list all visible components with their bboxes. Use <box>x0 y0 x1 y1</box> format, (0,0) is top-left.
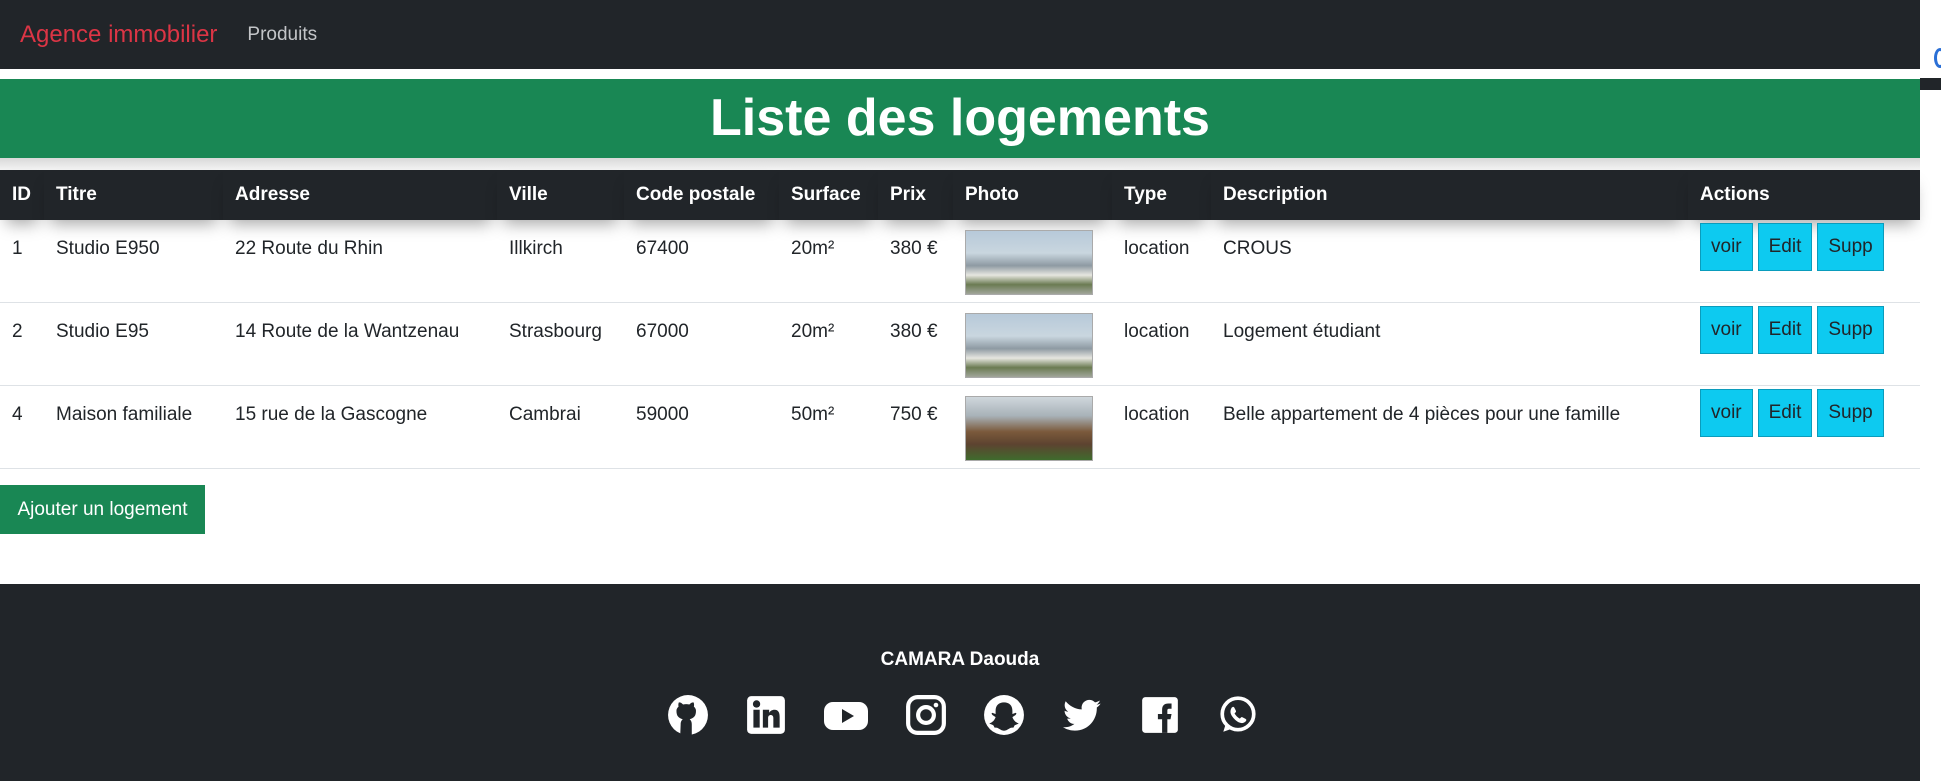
facebook-icon[interactable] <box>1139 694 1181 736</box>
header-actions: Actions <box>1688 170 1920 220</box>
header-prix: Prix <box>878 170 953 220</box>
header-titre: Titre <box>44 170 223 220</box>
cell-ville: Illkirch <box>509 238 563 259</box>
scroll-indicator-icon <box>1934 48 1941 68</box>
cell-titre: Studio E95 <box>56 321 149 342</box>
table-header-row: ID Titre Adresse Ville Code postale Surf… <box>0 170 1920 220</box>
voir-button[interactable]: voir <box>1700 389 1753 437</box>
table-row: 1 Studio E950 22 Route du Rhin Illkirch … <box>0 220 1920 303</box>
cell-id: 1 <box>12 238 23 259</box>
cell-titre: Studio E950 <box>56 238 160 259</box>
footer: CAMARA Daouda <box>0 584 1920 781</box>
linkedin-icon[interactable] <box>745 694 787 736</box>
table-row: 4 Maison familiale 15 rue de la Gascogne… <box>0 385 1920 469</box>
cell-description: Belle appartement de 4 pièces pour une f… <box>1223 404 1621 425</box>
github-icon[interactable] <box>667 694 709 736</box>
cell-prix: 750 € <box>890 404 938 425</box>
delete-button[interactable]: Supp <box>1817 223 1884 271</box>
nav-link-produits[interactable]: Produits <box>247 24 317 46</box>
cell-prix: 380 € <box>890 321 938 342</box>
youtube-icon[interactable] <box>823 694 869 736</box>
header-adresse: Adresse <box>223 170 497 220</box>
add-logement-button[interactable]: Ajouter un logement <box>0 485 205 534</box>
edit-button[interactable]: Edit <box>1757 306 1813 354</box>
cell-surface: 20m² <box>791 321 835 342</box>
cell-ville: Cambrai <box>509 404 581 425</box>
cell-code-postale: 67000 <box>636 321 689 342</box>
cell-id: 4 <box>12 404 23 425</box>
cell-adresse: 22 Route du Rhin <box>235 238 383 259</box>
cell-description: Logement étudiant <box>1223 321 1381 342</box>
header-ville: Ville <box>497 170 624 220</box>
scrollbar-thumb[interactable] <box>1920 78 1941 90</box>
cell-adresse: 14 Route de la Wantzenau <box>235 321 460 342</box>
banner-divider <box>0 158 1920 170</box>
header-code-postale: Code postale <box>624 170 779 220</box>
header-id: ID <box>0 170 44 220</box>
cell-description: CROUS <box>1223 238 1292 259</box>
instagram-icon[interactable] <box>905 694 947 736</box>
edit-button[interactable]: Edit <box>1757 389 1813 437</box>
cell-adresse: 15 rue de la Gascogne <box>235 404 428 425</box>
header-description: Description <box>1211 170 1688 220</box>
cell-code-postale: 67400 <box>636 238 689 259</box>
navbar: Agence immobilier Produits <box>0 0 1920 69</box>
cell-surface: 20m² <box>791 238 835 259</box>
header-photo: Photo <box>953 170 1112 220</box>
cell-code-postale: 59000 <box>636 404 689 425</box>
cell-ville: Strasbourg <box>509 321 602 342</box>
logements-table: ID Titre Adresse Ville Code postale Surf… <box>0 170 1920 469</box>
brand-link[interactable]: Agence immobilier <box>20 21 217 49</box>
cell-type: location <box>1124 404 1190 425</box>
snapchat-icon[interactable] <box>983 694 1025 736</box>
voir-button[interactable]: voir <box>1700 223 1753 271</box>
edit-button[interactable]: Edit <box>1757 223 1813 271</box>
footer-author: CAMARA Daouda <box>880 649 1040 670</box>
whatsapp-icon[interactable] <box>1217 694 1259 736</box>
twitter-icon[interactable] <box>1061 694 1103 736</box>
scrollbar-track[interactable] <box>1920 0 1941 781</box>
delete-button[interactable]: Supp <box>1817 389 1884 437</box>
table-row: 2 Studio E95 14 Route de la Wantzenau St… <box>0 302 1920 386</box>
property-photo <box>965 230 1093 295</box>
property-photo <box>965 313 1093 378</box>
cell-prix: 380 € <box>890 238 938 259</box>
cell-type: location <box>1124 321 1190 342</box>
cell-surface: 50m² <box>791 404 835 425</box>
header-surface: Surface <box>779 170 878 220</box>
header-type: Type <box>1112 170 1211 220</box>
social-links <box>667 694 1259 736</box>
page-title: Liste des logements <box>0 79 1920 158</box>
property-photo <box>965 396 1093 461</box>
voir-button[interactable]: voir <box>1700 306 1753 354</box>
cell-titre: Maison familiale <box>56 404 193 425</box>
cell-id: 2 <box>12 321 23 342</box>
delete-button[interactable]: Supp <box>1817 306 1884 354</box>
cell-type: location <box>1124 238 1190 259</box>
